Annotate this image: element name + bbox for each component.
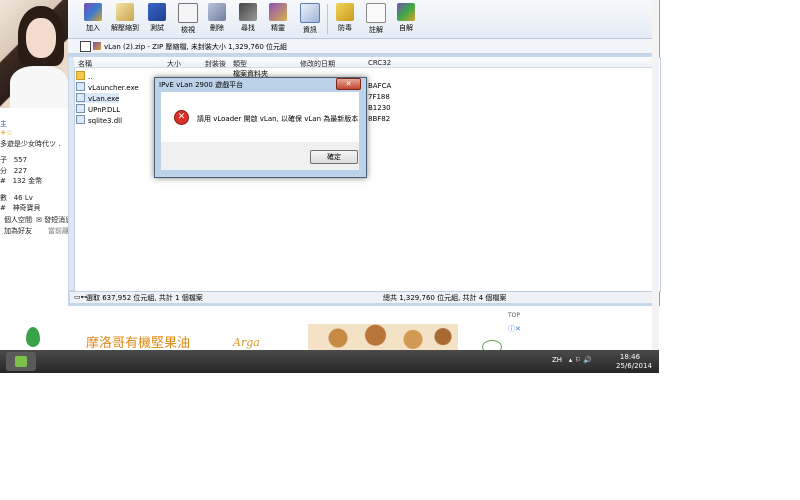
add-archive-icon — [84, 3, 102, 21]
folder-icon — [76, 71, 85, 80]
start-button[interactable] — [6, 352, 36, 371]
start-icon — [15, 356, 27, 367]
archive-icon — [93, 42, 101, 50]
add-button[interactable]: 加入 — [79, 3, 107, 36]
column-header-row — [74, 57, 659, 68]
stat-level: 數 46 Lv — [0, 194, 33, 202]
comment-icon — [366, 3, 386, 23]
wizard-button[interactable]: 精靈 — [264, 3, 292, 36]
ad-brand[interactable]: Arga — [233, 336, 260, 349]
avatar — [0, 0, 68, 108]
view-button[interactable]: 檢視 — [174, 3, 202, 36]
stat-points: 分 227 — [0, 167, 28, 175]
up-folder-button[interactable] — [80, 41, 91, 52]
find-button[interactable]: 尋找 — [234, 3, 262, 36]
dialog-message: 請用 vLoader 開啟 vLan, 以確保 vLan 為最新版本 — [197, 115, 359, 123]
column-name[interactable]: 名稱 — [78, 59, 92, 69]
exe-file-icon — [76, 82, 85, 91]
file-row-vlauncher[interactable]: vLauncher.exe — [76, 82, 139, 92]
view-icon — [178, 3, 198, 23]
info-button[interactable]: 資訊 — [296, 3, 324, 36]
delete-icon — [208, 3, 226, 21]
toolbar-divider — [327, 4, 328, 34]
exe-file-icon — [76, 93, 85, 102]
stat-coins: # 132 金幣 — [0, 177, 43, 185]
virus-scan-icon — [336, 3, 354, 21]
stat-pokemon: # 神奇寶貝 — [0, 204, 41, 212]
clock-time: 18:46 — [619, 353, 641, 361]
file-row-parent[interactable]: .. — [76, 71, 92, 81]
error-icon: ✕ — [174, 110, 189, 125]
dialog-title: IPvE vLan 2900 遊戲平台 — [159, 81, 244, 89]
test-button[interactable]: 測試 — [143, 3, 171, 36]
virus-scan-button[interactable]: 防毒 — [331, 3, 359, 36]
ad-info-icon[interactable]: ⓘ✕ — [508, 324, 521, 334]
flag-icon[interactable]: ⚐ — [575, 356, 581, 364]
path-text: vLan (2).zip - ZIP 壓縮檔, 未封裝大小 1,329,760 … — [104, 43, 288, 51]
link-personal-space[interactable]: 個人空間 — [4, 215, 32, 225]
volume-icon[interactable]: 🔊 — [583, 356, 592, 364]
wizard-icon — [269, 3, 287, 21]
profile-signature: 多遊是少女時代ツ . — [0, 140, 61, 148]
info-icon — [300, 3, 320, 23]
stat-posts: 子 557 — [0, 156, 28, 164]
status-selected: 選取 637,952 位元組, 共計 1 個檔案 — [86, 294, 203, 302]
file-crc-vlauncher: BAFCA — [368, 82, 392, 90]
test-icon — [148, 3, 166, 21]
profile-line1: 主 — [0, 120, 7, 128]
column-size[interactable]: 大小 — [167, 59, 181, 69]
ad-text[interactable]: 摩洛哥有機堅果油 — [86, 332, 190, 351]
input-method-indicator[interactable]: ZH — [552, 356, 562, 364]
extract-to-button[interactable]: 解壓縮到 — [111, 3, 139, 36]
column-type[interactable]: 類型 — [233, 59, 247, 69]
file-crc-sqlite: 8BF82 — [368, 115, 391, 123]
ok-button[interactable]: 確定 — [310, 150, 358, 164]
link-send-message[interactable]: ✉ 發短消息 — [36, 215, 72, 225]
delete-button[interactable]: 刪除 — [203, 3, 231, 36]
status-total: 總共 1,329,760 位元組, 共計 4 個檔案 — [383, 294, 507, 302]
sfx-button[interactable]: 自解 — [392, 3, 420, 36]
leaf-icon — [26, 327, 40, 347]
file-row-vlan[interactable]: vLan.exe — [76, 93, 120, 103]
dialog-close-button[interactable]: ✕ — [336, 78, 361, 90]
system-tray: ZH ▴ ⚐ 🔊 — [552, 356, 592, 364]
column-crc32[interactable]: CRC32 — [368, 59, 391, 67]
clock-date: 25/6/2014 — [616, 362, 652, 370]
comment-button[interactable]: 註解 — [362, 3, 390, 36]
tray-arrow-icon[interactable]: ▴ — [569, 356, 573, 364]
link-add-friend[interactable]: 加為好友 — [4, 226, 32, 236]
column-packed[interactable]: 封裝後 — [205, 59, 226, 69]
rank-stars: ☀☆ — [0, 129, 13, 137]
find-icon — [239, 3, 257, 21]
page-scrollbar[interactable] — [652, 0, 659, 350]
message-icon: ✉ — [36, 216, 42, 224]
column-modified[interactable]: 修改的日期 — [300, 59, 335, 69]
back-to-top-link[interactable]: TOP — [508, 312, 520, 319]
file-row-upnp[interactable]: UPnP.DLL — [76, 104, 120, 114]
ad-product-image — [308, 324, 458, 352]
sfx-icon — [397, 3, 415, 21]
file-row-sqlite[interactable]: sqlite3.dll — [76, 115, 122, 125]
dll-file-icon — [76, 115, 85, 124]
file-crc-vlan: 7F188 — [368, 93, 390, 101]
file-crc-upnp: B1230 — [368, 104, 391, 112]
extract-to-icon — [116, 3, 134, 21]
dll-file-icon — [76, 104, 85, 113]
clock[interactable]: 18:46 25/6/2014 — [616, 353, 652, 371]
